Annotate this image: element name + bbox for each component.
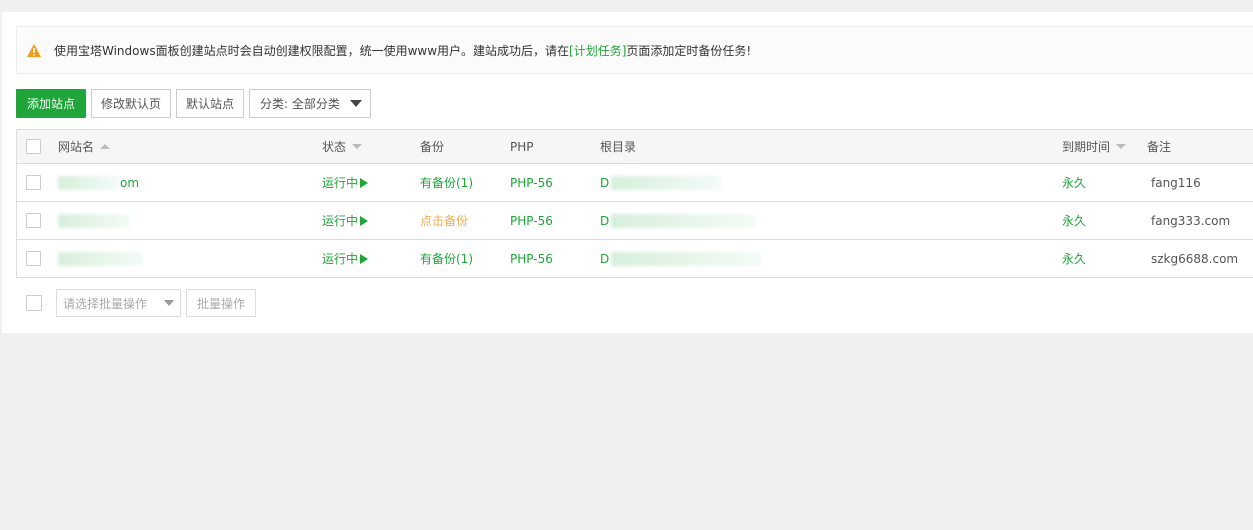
sort-asc-icon bbox=[100, 144, 111, 149]
col-php: PHP bbox=[510, 139, 534, 154]
row-checkbox[interactable] bbox=[26, 175, 41, 190]
cron-task-link[interactable]: [计划任务] bbox=[569, 44, 626, 58]
notice-text: 使用宝塔Windows面板创建站点时会自动创建权限配置，统一使用www用户。建站… bbox=[54, 42, 751, 59]
footer-select-all-checkbox[interactable] bbox=[26, 295, 42, 311]
site-name-link[interactable] bbox=[58, 251, 143, 266]
batch-operation-button[interactable]: 批量操作 bbox=[186, 289, 257, 317]
root-dir-prefix: D bbox=[600, 213, 610, 228]
status-running[interactable]: 运行中 bbox=[322, 250, 369, 267]
sort-desc-icon bbox=[1116, 144, 1127, 149]
default-site-button[interactable]: 默认站点 bbox=[176, 89, 245, 118]
root-dir-blurred bbox=[611, 175, 722, 190]
status-label: 运行中 bbox=[322, 176, 359, 190]
col-expire-label: 到期时间 bbox=[1062, 140, 1111, 154]
root-dir-blurred bbox=[611, 213, 757, 228]
expire-link[interactable]: 永久 bbox=[1062, 250, 1086, 267]
root-dir-prefix: D bbox=[600, 251, 610, 266]
root-dir-link[interactable]: D bbox=[600, 213, 757, 228]
chevron-down-icon bbox=[349, 100, 362, 107]
sites-table: 网站名 状态 备份 PHP 根目录 到期时间 备注 om 运行中 有备份(1) … bbox=[16, 129, 1253, 278]
php-version-link[interactable]: PHP-56 bbox=[510, 176, 553, 190]
root-dir-link[interactable]: D bbox=[600, 251, 762, 266]
backup-link[interactable]: 点击备份 bbox=[420, 212, 468, 229]
expire-link[interactable]: 永久 bbox=[1062, 174, 1086, 191]
col-note: 备注 bbox=[1147, 140, 1172, 154]
backup-link[interactable]: 有备份(1) bbox=[420, 174, 473, 191]
table-header: 网站名 状态 备份 PHP 根目录 到期时间 备注 bbox=[17, 130, 1253, 164]
batch-select-placeholder: 请选择批量操作 bbox=[63, 296, 148, 311]
warning-icon bbox=[27, 43, 41, 57]
status-running[interactable]: 运行中 bbox=[322, 174, 369, 191]
root-dir-prefix: D bbox=[600, 175, 610, 190]
root-dir-link[interactable]: D bbox=[600, 175, 722, 190]
play-icon bbox=[360, 253, 369, 264]
col-expire[interactable]: 到期时间 bbox=[1062, 138, 1127, 155]
batch-operation-select[interactable]: 请选择批量操作 bbox=[56, 289, 181, 317]
site-name-blurred bbox=[58, 251, 143, 266]
note-field[interactable]: szkg6688.com bbox=[1151, 252, 1238, 266]
toolbar: 添加站点 修改默认页 默认站点 分类: 全部分类 bbox=[16, 89, 371, 119]
site-name-suffix: om bbox=[120, 175, 140, 190]
col-backup: 备份 bbox=[420, 140, 445, 154]
col-status-label: 状态 bbox=[322, 140, 347, 154]
play-icon bbox=[360, 215, 369, 226]
site-name-blurred bbox=[58, 175, 118, 190]
site-panel: 使用宝塔Windows面板创建站点时会自动创建权限配置，统一使用www用户。建站… bbox=[2, 12, 1253, 333]
notice-text-after: 页面添加定时备份任务! bbox=[626, 43, 752, 58]
backup-link[interactable]: 有备份(1) bbox=[420, 250, 473, 267]
category-select-label: 分类: 全部分类 bbox=[260, 97, 340, 111]
notice-text-before: 使用宝塔Windows面板创建站点时会自动创建权限配置，统一使用www用户。建站… bbox=[54, 43, 570, 58]
status-label: 运行中 bbox=[322, 214, 359, 228]
site-name-link[interactable]: om bbox=[58, 175, 140, 190]
batch-footer: 请选择批量操作 批量操作 bbox=[26, 289, 257, 317]
site-name-link[interactable] bbox=[58, 213, 130, 228]
select-all-checkbox[interactable] bbox=[26, 139, 41, 154]
note-field[interactable]: fang116 bbox=[1151, 176, 1201, 190]
php-version-link[interactable]: PHP-56 bbox=[510, 252, 553, 266]
add-site-button[interactable]: 添加站点 bbox=[16, 89, 86, 118]
root-dir-blurred bbox=[611, 251, 762, 266]
col-site-name[interactable]: 网站名 bbox=[58, 138, 111, 155]
status-label: 运行中 bbox=[322, 252, 359, 266]
table-row: om 运行中 有备份(1) PHP-56 D 永久 fang116 bbox=[17, 164, 1253, 202]
play-icon bbox=[360, 177, 369, 188]
category-select[interactable]: 分类: 全部分类 bbox=[249, 89, 371, 118]
col-root-dir: 根目录 bbox=[600, 140, 637, 154]
table-row: 运行中 点击备份 PHP-56 D 永久 fang333.com bbox=[17, 202, 1253, 240]
notice-bar: 使用宝塔Windows面板创建站点时会自动创建权限配置，统一使用www用户。建站… bbox=[16, 26, 1253, 74]
expire-link[interactable]: 永久 bbox=[1062, 212, 1086, 229]
note-field[interactable]: fang333.com bbox=[1151, 214, 1230, 228]
site-name-blurred bbox=[58, 213, 130, 228]
edit-default-page-button[interactable]: 修改默认页 bbox=[91, 89, 172, 118]
status-running[interactable]: 运行中 bbox=[322, 212, 369, 229]
table-row: 运行中 有备份(1) PHP-56 D 永久 szkg6688.com bbox=[17, 240, 1253, 278]
row-checkbox[interactable] bbox=[26, 213, 41, 228]
chevron-down-icon bbox=[164, 300, 174, 306]
col-status[interactable]: 状态 bbox=[322, 138, 363, 155]
php-version-link[interactable]: PHP-56 bbox=[510, 214, 553, 228]
row-checkbox[interactable] bbox=[26, 251, 41, 266]
col-site-name-label: 网站名 bbox=[58, 140, 95, 154]
sort-desc-icon bbox=[352, 144, 363, 149]
